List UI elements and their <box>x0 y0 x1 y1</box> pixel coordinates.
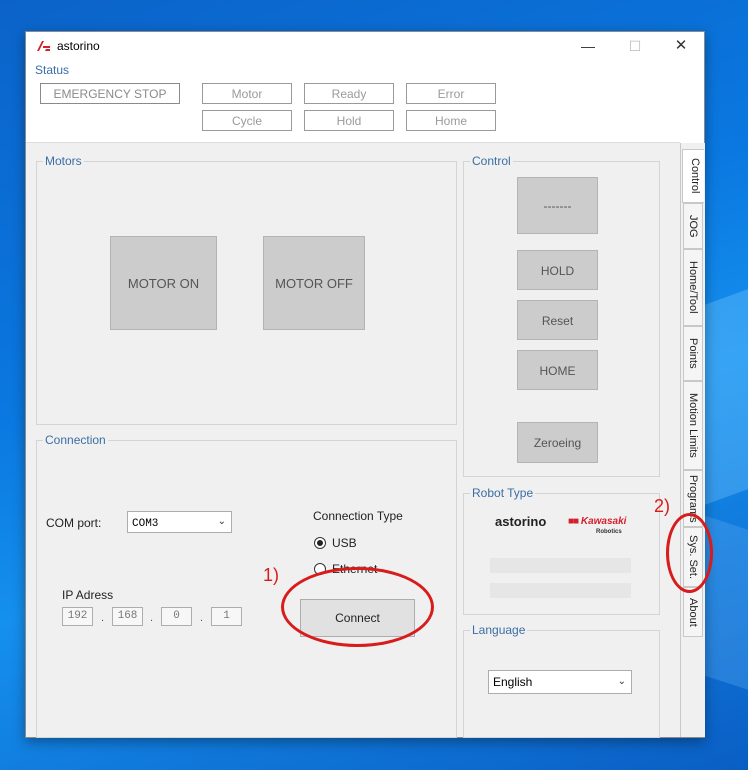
connection-type-label: Connection Type <box>313 509 403 523</box>
robot-type-field-2 <box>490 583 631 598</box>
robotics-logo-text: Robotics <box>596 529 622 535</box>
control-group-title: Control <box>470 154 513 168</box>
ip-octet-3[interactable]: 0 <box>161 607 192 626</box>
chevron-down-icon: ⌄ <box>617 676 626 687</box>
kawasaki-emblem-icon: ■■ <box>568 516 579 527</box>
connection-group-title: Connection <box>43 433 108 447</box>
usb-label: USB <box>332 536 357 550</box>
zeroing-button[interactable]: Zeroeing <box>517 422 598 463</box>
kawasaki-logo-text: Kawasaki <box>580 516 627 527</box>
language-value: English <box>493 675 533 689</box>
home-button[interactable]: HOME <box>517 350 598 390</box>
status-ready: Ready <box>304 83 394 104</box>
mode-button[interactable]: ------- <box>517 177 598 234</box>
control-group: Control ------- HOLD Reset HOME Zeroeing <box>463 154 660 477</box>
language-select[interactable]: English ⌄ <box>488 670 632 694</box>
com-port-label: COM port: <box>46 516 102 530</box>
motor-on-button[interactable]: MOTOR ON <box>110 236 217 330</box>
com-port-select[interactable]: COM3 ⌄ <box>127 511 232 533</box>
annotation-ellipse-connect <box>281 567 434 647</box>
hold-button[interactable]: HOLD <box>517 250 598 290</box>
status-hold: Hold <box>304 110 394 131</box>
motors-group-title: Motors <box>43 154 84 168</box>
robot-type-group-title: Robot Type <box>470 486 536 500</box>
control-panel: Motors MOTOR ON MOTOR OFF Connection COM… <box>26 143 680 738</box>
vertical-tab-strip: Control JOG Home/Tool Points Motion Limi… <box>680 143 705 737</box>
ip-octet-4[interactable]: 1 <box>211 607 242 626</box>
ip-octet-1[interactable]: 192 <box>62 607 93 626</box>
tab-about[interactable]: About <box>683 587 703 637</box>
annotation-2: 2) <box>654 496 671 516</box>
annotation-ellipse-sys-set <box>666 513 713 593</box>
status-label: Status <box>35 63 70 77</box>
usb-radio[interactable] <box>314 537 326 549</box>
status-motor: Motor <box>202 83 292 104</box>
language-group: Language English ⌄ <box>463 623 660 738</box>
status-cycle: Cycle <box>202 110 292 131</box>
astorino-logo: astorino <box>495 514 547 529</box>
tab-jog[interactable]: JOG <box>683 203 703 249</box>
language-group-title: Language <box>470 623 528 637</box>
minimize-button[interactable]: — <box>565 32 611 60</box>
chevron-down-icon: ⌄ <box>217 516 226 527</box>
reset-button[interactable]: Reset <box>517 300 598 340</box>
ip-address-label: IP Adress <box>62 588 114 602</box>
tab-control[interactable]: Control <box>682 149 704 203</box>
kawasaki-logo: ■■ Kawasaki <box>568 516 626 527</box>
emergency-stop-button[interactable]: EMERGENCY STOP <box>40 83 180 104</box>
tab-points[interactable]: Points <box>683 326 703 381</box>
close-button[interactable]: ✕ <box>658 32 704 60</box>
tab-motion-limits[interactable]: Motion Limits <box>683 381 703 470</box>
robot-type-group: Robot Type astorino ■■ Kawasaki Robotics <box>463 486 660 615</box>
maximize-button[interactable]: ☐ <box>612 32 658 60</box>
motor-off-button[interactable]: MOTOR OFF <box>263 236 365 330</box>
status-home: Home <box>406 110 496 131</box>
title-bar[interactable]: astorino — ☐ ✕ <box>26 32 704 60</box>
tab-home-tool[interactable]: Home/Tool <box>683 249 703 326</box>
status-error: Error <box>406 83 496 104</box>
com-port-value: COM3 <box>132 518 159 530</box>
motors-group: Motors MOTOR ON MOTOR OFF <box>36 154 457 425</box>
annotation-1: 1) <box>263 565 280 585</box>
robot-type-field-1 <box>490 558 631 573</box>
window-title: astorino <box>57 39 100 53</box>
ip-octet-2[interactable]: 168 <box>112 607 143 626</box>
astorino-logo-icon <box>37 41 50 51</box>
